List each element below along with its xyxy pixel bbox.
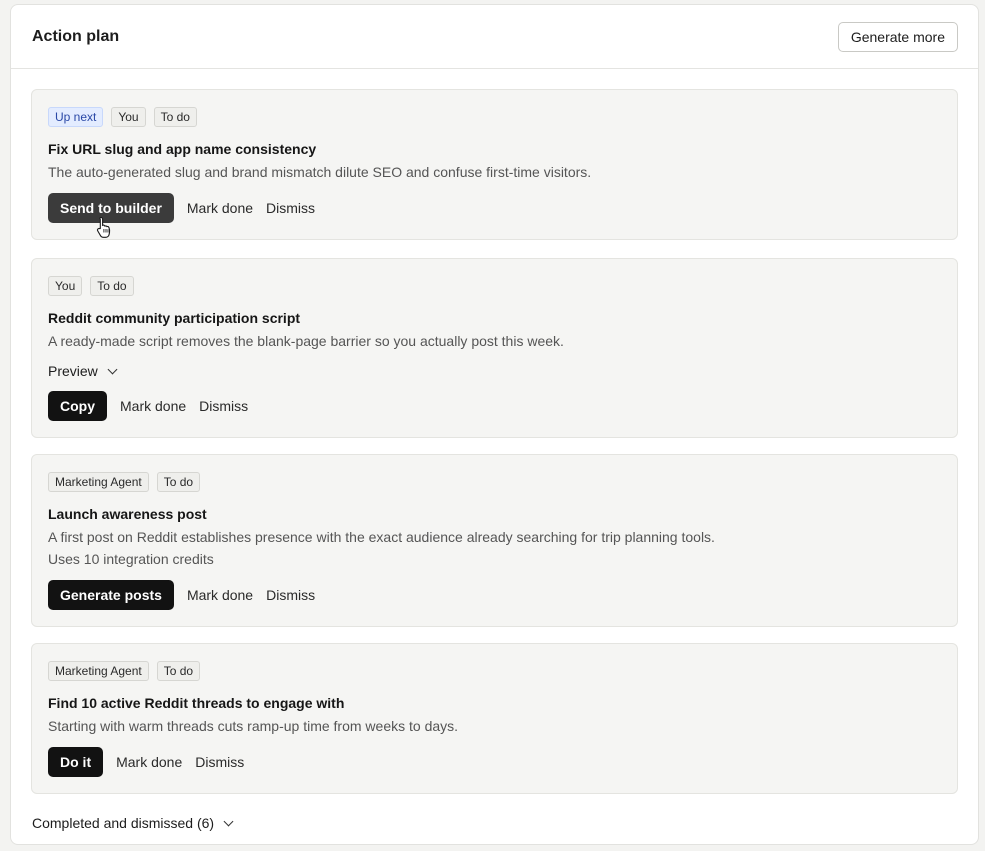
card-title: Launch awareness post: [48, 506, 207, 522]
card-title: Find 10 active Reddit threads to engage …: [48, 695, 345, 711]
hand-pointer-cursor-icon: [96, 216, 111, 238]
card-title: Fix URL slug and app name consistency: [48, 141, 317, 157]
preview-toggle[interactable]: Preview: [48, 360, 941, 382]
action-card: Up next You To do Fix URL slug and app n…: [31, 89, 958, 240]
panel-header: Action plan Generate more: [11, 5, 978, 69]
copy-button[interactable]: Copy: [48, 391, 107, 421]
card-description: A first post on Reddit establishes prese…: [48, 529, 715, 545]
status-badge: To do: [90, 276, 134, 296]
dismiss-button[interactable]: Dismiss: [266, 587, 315, 603]
card-description: The auto-generated slug and brand mismat…: [48, 164, 592, 180]
status-badge: To do: [156, 661, 201, 681]
card-description: A ready-made script removes the blank-pa…: [48, 333, 564, 349]
mark-done-button[interactable]: Mark done: [187, 587, 253, 603]
chevron-down-icon: [223, 816, 234, 826]
completed-label: Completed and dismissed (6): [32, 815, 215, 831]
do-it-button[interactable]: Do it: [48, 747, 104, 777]
mark-done-button[interactable]: Mark done: [116, 754, 182, 770]
tag-row: Marketing Agent To do: [48, 661, 941, 681]
owner-badge: Marketing Agent: [48, 661, 149, 681]
mark-done-button[interactable]: Mark done: [187, 200, 253, 216]
dismiss-button[interactable]: Dismiss: [195, 754, 244, 770]
action-card: You To do Reddit community participation…: [31, 258, 958, 438]
card-actions: Copy Mark done Dismiss: [48, 391, 941, 421]
owner-badge: You: [48, 276, 83, 296]
dismiss-button[interactable]: Dismiss: [266, 200, 315, 216]
up-next-badge: Up next: [48, 107, 104, 127]
generate-more-button[interactable]: Generate more: [837, 21, 958, 52]
card-description: Starting with warm threads cuts ramp-up …: [48, 718, 459, 734]
preview-label: Preview: [48, 363, 98, 379]
tag-row: You To do: [48, 276, 941, 296]
completed-dismissed-toggle[interactable]: Completed and dismissed (6): [31, 812, 958, 834]
page-title: Action plan: [32, 27, 120, 45]
generate-posts-button[interactable]: Generate posts: [48, 580, 174, 610]
credits-note: Uses 10 integration credits: [48, 551, 214, 567]
tag-row: Marketing Agent To do: [48, 472, 941, 492]
card-actions: Send to builder Mark done Dismiss: [48, 193, 941, 223]
card-actions: Do it Mark done Dismiss: [48, 747, 941, 777]
owner-badge: You: [111, 107, 146, 127]
tag-row: Up next You To do: [48, 107, 941, 127]
dismiss-button[interactable]: Dismiss: [199, 398, 248, 414]
mark-done-button[interactable]: Mark done: [120, 398, 186, 414]
status-badge: To do: [156, 472, 201, 492]
action-card: Marketing Agent To do Find 10 active Red…: [31, 643, 958, 794]
action-card: Marketing Agent To do Launch awareness p…: [31, 454, 958, 627]
card-actions: Generate posts Mark done Dismiss: [48, 580, 941, 610]
action-list: Up next You To do Fix URL slug and app n…: [11, 69, 978, 834]
status-badge: To do: [153, 107, 197, 127]
card-title: Reddit community participation script: [48, 310, 301, 326]
owner-badge: Marketing Agent: [48, 472, 149, 492]
chevron-down-icon: [107, 364, 118, 374]
action-plan-panel: Action plan Generate more Up next You To…: [10, 4, 979, 845]
